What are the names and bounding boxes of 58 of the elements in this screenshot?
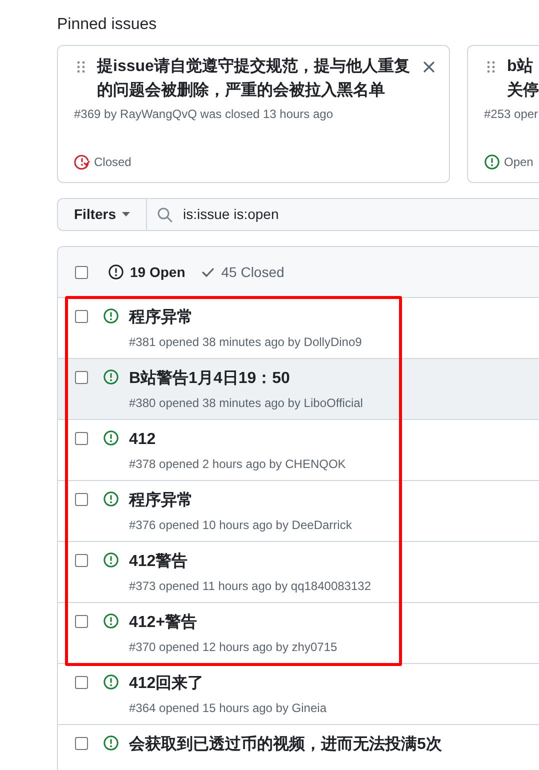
issue-open-icon bbox=[103, 308, 119, 324]
issue-meta: #380 opened 38 minutes ago by LiboOfficial bbox=[129, 395, 363, 412]
issue-row[interactable]: B站警告1月4日19：50 #380 opened 38 minutes ago by LiboOfficial bbox=[58, 358, 539, 419]
pinned-title-line[interactable]: 提issue请自觉遵守提交规范，提与他人重复 bbox=[97, 55, 411, 79]
pinned-issue-meta: #369 by RayWangQvQ was closed 13 hours ago bbox=[74, 106, 334, 123]
checkbox[interactable] bbox=[75, 676, 88, 689]
issue-meta: #376 opened 10 hours ago by DeeDarrick bbox=[129, 517, 352, 534]
state-tab[interactable]: 45 Closed bbox=[201, 262, 284, 282]
issue-meta: #364 opened 15 hours ago by Gineia bbox=[129, 700, 326, 717]
checkbox[interactable] bbox=[75, 554, 88, 567]
issue-open-icon bbox=[484, 154, 500, 170]
issue-link[interactable]: 412 bbox=[129, 429, 346, 451]
issue-closed-icon bbox=[74, 154, 90, 170]
issue-link[interactable]: B站警告1月4日19：50 bbox=[129, 368, 363, 390]
drag-handle-icon[interactable] bbox=[77, 61, 85, 73]
issue-status: Closed bbox=[94, 154, 132, 171]
issue-link[interactable]: 412+警告 bbox=[129, 612, 338, 634]
issue-open-icon bbox=[103, 369, 119, 385]
filters-button[interactable]: Filters bbox=[57, 198, 148, 231]
check-icon bbox=[201, 265, 216, 279]
state-tab[interactable]: 19 Open bbox=[108, 262, 186, 282]
pinned-title-line[interactable]: 关停 bbox=[507, 79, 539, 103]
checkbox[interactable] bbox=[75, 432, 88, 445]
issue-link[interactable]: 412回来了 bbox=[129, 673, 326, 695]
checkbox[interactable] bbox=[75, 371, 88, 384]
caret-icon bbox=[122, 212, 130, 217]
search-field[interactable]: is:issue is:open bbox=[147, 198, 539, 231]
search-input[interactable]: is:issue is:open bbox=[183, 204, 484, 225]
issue-link[interactable]: 412警告 bbox=[129, 551, 371, 573]
issue-open-icon bbox=[103, 674, 119, 690]
checkbox[interactable] bbox=[75, 493, 88, 506]
pinned-issue-meta: #253 oper bbox=[484, 106, 539, 123]
issue-link[interactable]: 会获取到已透过币的视频，进而无法投满5次 bbox=[129, 734, 442, 756]
issue-open-icon bbox=[103, 735, 119, 751]
checkbox[interactable] bbox=[75, 737, 88, 750]
issue-meta: #381 opened 38 minutes ago by DollyDino9 bbox=[129, 334, 362, 351]
checkbox[interactable] bbox=[75, 310, 88, 323]
select-all-checkbox[interactable] bbox=[75, 266, 88, 278]
pinned-title-line[interactable]: b站 bbox=[507, 55, 539, 79]
checkbox[interactable] bbox=[75, 615, 88, 628]
issue-meta: #373 opened 11 hours ago by qq1840083132 bbox=[129, 578, 371, 595]
drag-handle-icon[interactable] bbox=[487, 61, 495, 73]
issue-open-icon bbox=[103, 491, 119, 507]
issue-open-icon bbox=[108, 264, 124, 280]
search-icon bbox=[157, 206, 174, 222]
pinned-issue-card[interactable]: 提issue请自觉遵守提交规范，提与他人重复 的问题会被删除，严重的会被拉入黑名单 #369 by RayWangQvQ was closed 13 hours ago Closed bbox=[57, 45, 450, 183]
pinned-issue-card[interactable]: b站 关停 #253 oper Open bbox=[467, 45, 539, 183]
issue-open-icon bbox=[103, 552, 119, 568]
close-icon[interactable] bbox=[423, 61, 435, 73]
pinned-title-line[interactable]: 的问题会被删除，严重的会被拉入黑名单 bbox=[97, 79, 411, 103]
issue-open-icon bbox=[103, 430, 119, 446]
section-title: Pinned issues bbox=[57, 15, 158, 35]
issue-meta: #370 opened 12 hours ago by zhy0715 bbox=[129, 639, 338, 656]
issue-open-icon bbox=[103, 613, 119, 629]
issue-status: Open bbox=[504, 154, 534, 171]
issue-link[interactable]: 程序异常 bbox=[129, 307, 362, 329]
issue-meta: #378 opened 2 hours ago by CHENQOK bbox=[129, 456, 346, 473]
issue-link[interactable]: 程序异常 bbox=[129, 490, 352, 512]
